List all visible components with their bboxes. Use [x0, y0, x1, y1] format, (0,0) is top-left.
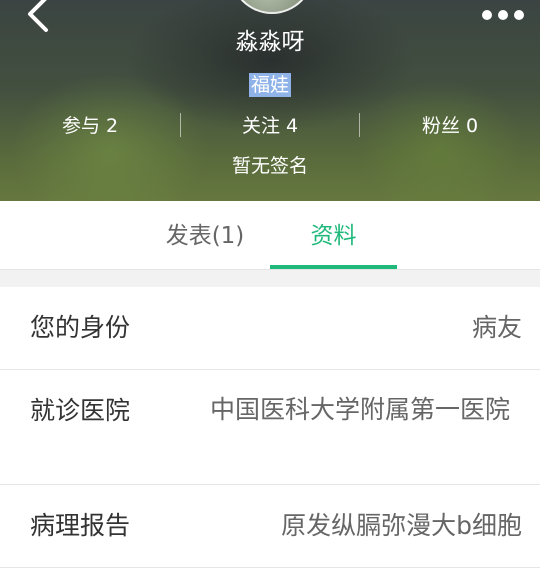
stat-value: 2: [105, 115, 119, 137]
info-row-pathology-report: 病理报告 原发纵膈弥漫大b细胞: [0, 485, 540, 568]
info-value: 病友: [471, 313, 522, 342]
tab-posts[interactable]: 发表(1): [140, 201, 270, 269]
info-row-hospital: 就诊医院 中国医科大学附属第一医院: [0, 370, 540, 485]
active-tab-indicator: [270, 265, 397, 269]
stat-label: 关注: [241, 115, 280, 137]
user-level-badge: 福娃: [248, 73, 291, 97]
stat-value: 4: [285, 115, 299, 137]
info-row-identity: 您的身份 病友: [0, 287, 540, 370]
stat-divider: [180, 113, 181, 137]
stat-label: 参与: [61, 115, 100, 137]
avatar[interactable]: [230, 0, 314, 14]
badge-wrapper: 福娃: [0, 73, 540, 97]
stats-bar: 参与 2 关注 4 粉丝 0: [0, 110, 540, 142]
profile-header: 淼淼呀 福娃 参与 2 关注 4 粉丝 0 暂无签名: [0, 0, 540, 201]
tab-profile[interactable]: 资料: [270, 201, 397, 269]
stat-followers[interactable]: 粉丝 0: [360, 110, 540, 142]
profile-screen: 淼淼呀 福娃 参与 2 关注 4 粉丝 0 暂无签名 发表(1) 资料 您的身份 病友: [0, 0, 540, 586]
more-dots-icon: [482, 10, 524, 20]
signature: 暂无签名: [231, 155, 308, 177]
stat-value: 0: [465, 115, 479, 137]
stat-label: 粉丝: [421, 115, 460, 137]
nickname: 淼淼呀: [235, 29, 305, 55]
info-label: 病理报告: [30, 511, 131, 540]
more-button[interactable]: [476, 2, 530, 28]
stat-participate[interactable]: 参与 2: [0, 110, 180, 142]
stat-divider: [359, 113, 360, 137]
profile-info-list: 您的身份 病友 就诊医院 中国医科大学附属第一医院 病理报告 原发纵膈弥漫大b细…: [0, 287, 540, 568]
tab-bar: 发表(1) 资料: [0, 201, 540, 270]
info-label: 您的身份: [30, 313, 131, 342]
section-gap: [0, 270, 540, 287]
stat-following[interactable]: 关注 4: [180, 110, 360, 142]
info-value: 原发纵膈弥漫大b细胞: [281, 511, 522, 540]
info-label: 就诊医院: [30, 396, 131, 425]
info-value: 中国医科大学附属第一医院: [210, 395, 511, 424]
